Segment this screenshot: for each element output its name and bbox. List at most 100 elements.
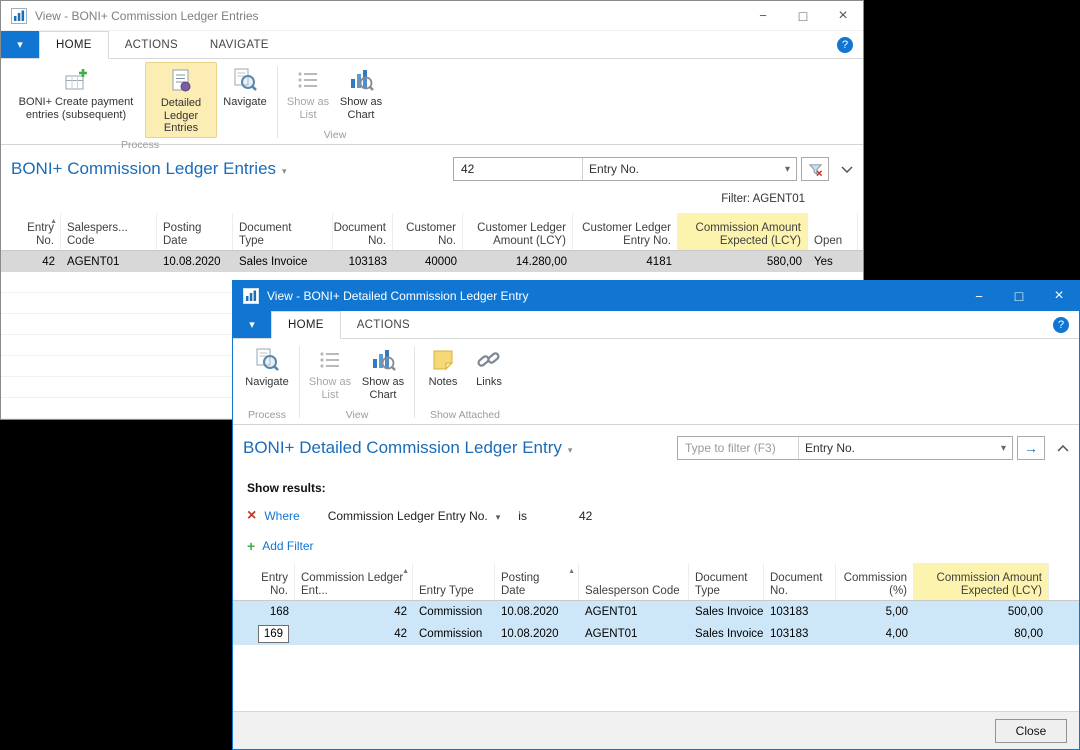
table-row[interactable]: 168 42 Commission 10.08.2020 AGENT01 Sal… xyxy=(233,601,1079,623)
column-header-customer-ledger-entry-no[interactable]: Customer Ledger Entry No. xyxy=(573,213,678,250)
tab-navigate[interactable]: NAVIGATE xyxy=(194,31,285,58)
chevron-up-icon[interactable] xyxy=(1057,445,1069,452)
cell-commission-ledger-entry-no: 42 xyxy=(295,628,413,640)
filter-field-label: Entry No. xyxy=(805,441,1001,455)
column-header-open[interactable]: Open xyxy=(808,213,858,250)
minimize-icon[interactable] xyxy=(959,281,999,311)
cell-document-type: Sales Invoice xyxy=(233,256,333,268)
minimize-icon[interactable] xyxy=(743,1,783,31)
tab-actions[interactable]: ACTIONS xyxy=(109,31,194,58)
column-header-document-type[interactable]: Document Type xyxy=(689,563,764,600)
filter-value[interactable]: 42 xyxy=(579,509,592,523)
notes-button[interactable]: Notes xyxy=(419,342,467,408)
cell-salesperson-code: AGENT01 xyxy=(61,256,157,268)
cell-entry-no-focused[interactable]: 169 xyxy=(245,625,295,643)
column-header-commission-ledger-entry[interactable]: Commission Ledger Ent... xyxy=(295,563,413,600)
column-header-entry-no[interactable]: Entry No. xyxy=(17,213,61,250)
filter-input[interactable] xyxy=(678,437,798,459)
cell-customer-no: 40000 xyxy=(393,256,463,268)
filter-field-dropdown[interactable]: Entry No. xyxy=(582,158,796,180)
maximize-icon[interactable] xyxy=(783,1,823,31)
cell-commission-amount-expected: 80,00 xyxy=(914,628,1049,640)
application-menu-button[interactable] xyxy=(1,31,39,58)
navigate-button[interactable]: Navigate xyxy=(217,62,273,138)
apply-filter-button[interactable] xyxy=(1017,436,1045,460)
sort-ascending-icon xyxy=(568,566,575,579)
column-header-commission-amount-expected[interactable]: Commission Amount Expected (LCY) xyxy=(678,213,808,250)
ribbon-group-view: Show as List Show as Chart View xyxy=(282,62,388,144)
add-filter-link[interactable]: Add Filter xyxy=(262,539,313,553)
cell-commission-amount-expected: 580,00 xyxy=(678,256,808,268)
close-icon[interactable] xyxy=(1039,281,1079,311)
list-icon xyxy=(294,66,322,94)
sort-ascending-icon xyxy=(402,566,409,579)
column-header-document-no[interactable]: Document No. xyxy=(333,213,393,250)
chevron-down-icon[interactable] xyxy=(841,166,853,173)
column-header-posting-date[interactable]: Posting Date xyxy=(157,213,233,250)
cell-commission-pct: 4,00 xyxy=(836,628,914,640)
clear-filter-button[interactable] xyxy=(801,157,829,181)
add-filter-plus-icon xyxy=(247,538,255,554)
filter-field-selector[interactable]: Commission Ledger Entry No. xyxy=(328,509,488,523)
column-header-document-no[interactable]: Document No. xyxy=(764,563,836,600)
sort-ascending-icon xyxy=(50,216,57,229)
help-icon[interactable] xyxy=(1053,317,1069,333)
cell-commission-ledger-entry-no: 42 xyxy=(295,606,413,618)
page-title-caret-icon[interactable] xyxy=(282,166,287,177)
ribbon-group-show-attached: Notes Links Show Attached xyxy=(419,342,511,424)
applied-filter-text: Filter: AGENT01 xyxy=(1,193,863,213)
window1-titlebar[interactable]: View - BONI+ Commission Ledger Entries xyxy=(1,1,863,31)
filter-controls: Entry No. xyxy=(453,157,853,181)
column-header-salesperson-code[interactable]: Salespers... Code xyxy=(61,213,157,250)
detailed-ledger-entries-button[interactable]: Detailed Ledger Entries xyxy=(145,62,217,138)
filter-field-dropdown[interactable]: Entry No. xyxy=(798,437,1012,459)
cell-document-no: 103183 xyxy=(764,606,836,618)
maximize-icon[interactable] xyxy=(999,281,1039,311)
navigate-button[interactable]: Navigate xyxy=(239,342,295,408)
show-as-list-button[interactable]: Show as List xyxy=(304,342,356,408)
create-payment-entries-button[interactable]: BONI+ Create payment entries (subsequent… xyxy=(7,62,145,138)
close-icon[interactable] xyxy=(823,1,863,31)
links-button[interactable]: Links xyxy=(467,342,511,408)
show-as-chart-button[interactable]: Show as Chart xyxy=(334,62,388,128)
cell-document-no: 103183 xyxy=(764,628,836,640)
column-header-commission-pct[interactable]: Commission (%) xyxy=(836,563,914,600)
column-header-entry-no[interactable]: Entry No. xyxy=(245,563,295,600)
table-row[interactable]: 42 AGENT01 10.08.2020 Sales Invoice 1031… xyxy=(1,251,863,272)
tab-actions[interactable]: ACTIONS xyxy=(341,311,426,338)
chevron-down-icon[interactable] xyxy=(496,512,501,523)
app-chart-icon xyxy=(243,288,259,304)
column-header-customer-no[interactable]: Customer No. xyxy=(393,213,463,250)
detailed-commission-ledger-window: View - BONI+ Detailed Commission Ledger … xyxy=(232,280,1080,750)
filter-value-input[interactable] xyxy=(454,158,582,180)
column-header-entry-type[interactable]: Entry Type xyxy=(413,563,495,600)
column-header-commission-amount-expected[interactable]: Commission Amount Expected (LCY) xyxy=(914,563,1049,600)
note-icon xyxy=(429,346,457,374)
ribbon-separator xyxy=(299,346,300,418)
page-title-caret-icon[interactable] xyxy=(568,445,573,456)
cell-customer-ledger-entry-no: 4181 xyxy=(573,256,678,268)
column-header-salesperson-code[interactable]: Salesperson Code xyxy=(579,563,689,600)
cell-document-type: Sales Invoice xyxy=(689,628,764,640)
column-header-posting-date[interactable]: Posting Date xyxy=(495,563,579,600)
notes-label: Notes xyxy=(429,376,458,389)
tab-home[interactable]: HOME xyxy=(39,31,109,59)
window2-title: View - BONI+ Detailed Commission Ledger … xyxy=(267,289,959,303)
ribbon-group-process: BONI+ Create payment entries (subsequent… xyxy=(7,62,273,144)
application-menu-button[interactable] xyxy=(233,311,271,338)
table-row[interactable]: 169 42 Commission 10.08.2020 AGENT01 Sal… xyxy=(233,623,1079,645)
column-header-customer-ledger-amount[interactable]: Customer Ledger Amount (LCY) xyxy=(463,213,573,250)
cell-entry-type: Commission xyxy=(413,628,495,640)
where-label[interactable]: Where xyxy=(264,509,299,523)
ribbon-separator xyxy=(277,66,278,138)
cell-commission-pct: 5,00 xyxy=(836,606,914,618)
tab-home[interactable]: HOME xyxy=(271,311,341,339)
help-icon[interactable] xyxy=(837,37,853,53)
column-header-document-type[interactable]: Document Type xyxy=(233,213,333,250)
group-label-show-attached: Show Attached xyxy=(419,408,511,424)
show-as-chart-button[interactable]: Show as Chart xyxy=(356,342,410,408)
show-as-list-button[interactable]: Show as List xyxy=(282,62,334,128)
remove-filter-icon[interactable] xyxy=(247,507,256,525)
close-button[interactable]: Close xyxy=(995,719,1067,743)
window2-titlebar[interactable]: View - BONI+ Detailed Commission Ledger … xyxy=(233,281,1079,311)
